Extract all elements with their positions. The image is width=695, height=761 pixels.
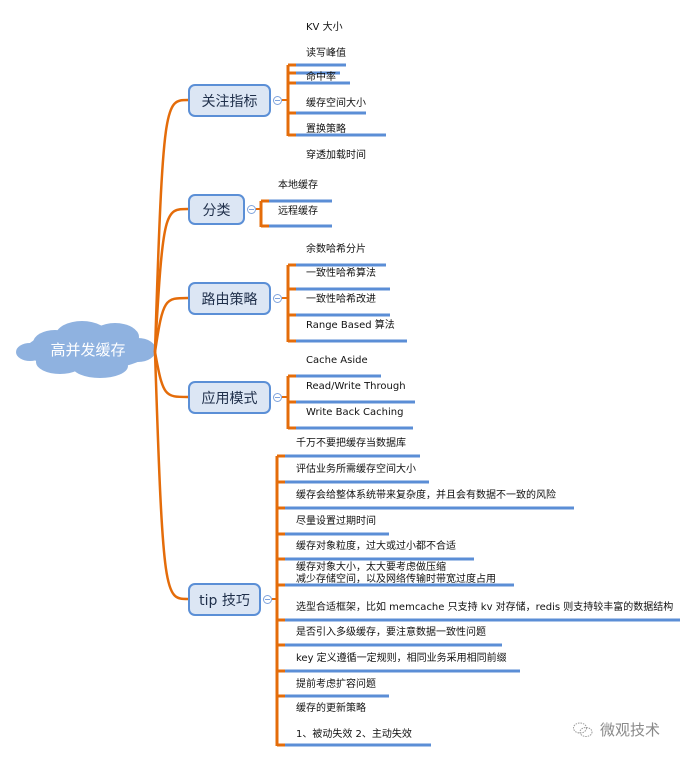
leaf-item[interactable]: 穿透加载时间 [306, 150, 366, 162]
leaf-item[interactable]: Read/Write Through [306, 381, 406, 393]
collapse-icon[interactable] [273, 96, 282, 105]
collapse-icon[interactable] [273, 294, 282, 303]
branch-node-tips[interactable]: tip 技巧 [188, 583, 261, 616]
leaf-item[interactable]: 千万不要把缓存当数据库 [296, 438, 406, 450]
leaf-item[interactable]: 提前考虑扩容问题 [296, 679, 376, 691]
collapse-icon[interactable] [273, 393, 282, 402]
branch-node-category[interactable]: 分类 [188, 194, 245, 225]
branch-connector [153, 296, 189, 353]
leaf-item[interactable]: 缓存空间大小 [306, 98, 366, 110]
leaf-item[interactable]: KV 大小 [306, 22, 343, 34]
branch-label: 应用模式 [201, 390, 258, 407]
leaf-item[interactable]: 一致性哈希算法 [306, 268, 376, 280]
leaf-item[interactable]: 缓存对象粒度，过大或过小都不合适 [296, 541, 456, 553]
branch-connector [153, 351, 189, 601]
leaf-item[interactable]: Cache Aside [306, 355, 368, 367]
leaf-item[interactable]: 命中率 [306, 72, 336, 84]
leaf-item[interactable]: 一致性哈希改进 [306, 294, 376, 306]
underlines [269, 63, 680, 747]
branch-label: tip 技巧 [199, 592, 250, 609]
leaf-item[interactable]: 是否引入多级缓存，要注意数据一致性问题 [296, 627, 486, 639]
branch-label: 关注指标 [201, 93, 258, 110]
branch-label: 分类 [202, 202, 231, 219]
leaf-item[interactable]: 缓存会给整体系统带来复杂度，并且会有数据不一致的风险 [296, 490, 556, 502]
connectors [153, 98, 189, 601]
wechat-icon [573, 722, 593, 737]
branch-node-patterns[interactable]: 应用模式 [188, 381, 271, 414]
branch-connector [153, 351, 189, 399]
branch-node-routing[interactable]: 路由策略 [188, 282, 271, 315]
leaf-item[interactable]: 余数哈希分片 [306, 244, 366, 256]
leaf-item[interactable]: 本地缓存 [278, 180, 318, 192]
leaf-item[interactable]: 尽量设置过期时间 [296, 516, 376, 528]
leaf-item[interactable]: 选型合适框架，比如 memcache 只支持 kv 对存储，redis 则支持较… [296, 602, 673, 614]
leaf-item[interactable]: 缓存对象大小，太大要考虑做压缩 [296, 562, 446, 574]
root-label: 高并发缓存 [50, 341, 126, 359]
collapse-icon[interactable] [263, 595, 272, 604]
collapse-icon[interactable] [247, 205, 256, 214]
branch-node-metrics[interactable]: 关注指标 [188, 84, 271, 117]
leaf-item[interactable]: Write Back Caching [306, 407, 403, 419]
leaf-item[interactable]: 1、被动失效 2、主动失效 [296, 729, 412, 741]
leaf-item[interactable]: Range Based 算法 [306, 320, 395, 332]
leaf-item[interactable]: 减少存储空间，以及网络传输时带宽过度占用 [296, 574, 496, 586]
leaf-item[interactable]: 远程缓存 [278, 206, 318, 218]
leaf-item[interactable]: 评估业务所需缓存空间大小 [296, 464, 416, 476]
leaf-item[interactable]: 读写峰值 [306, 48, 346, 60]
watermark-label: 微观技术 [600, 721, 661, 739]
leaf-item[interactable]: 缓存的更新策略 [296, 703, 366, 715]
branch-label: 路由策略 [201, 291, 258, 308]
leaf-item[interactable]: key 定义遵循一定规则，相同业务采用相同前缀 [296, 653, 507, 665]
branch-connector [153, 98, 189, 353]
leaf-item[interactable]: 置换策略 [306, 124, 346, 136]
